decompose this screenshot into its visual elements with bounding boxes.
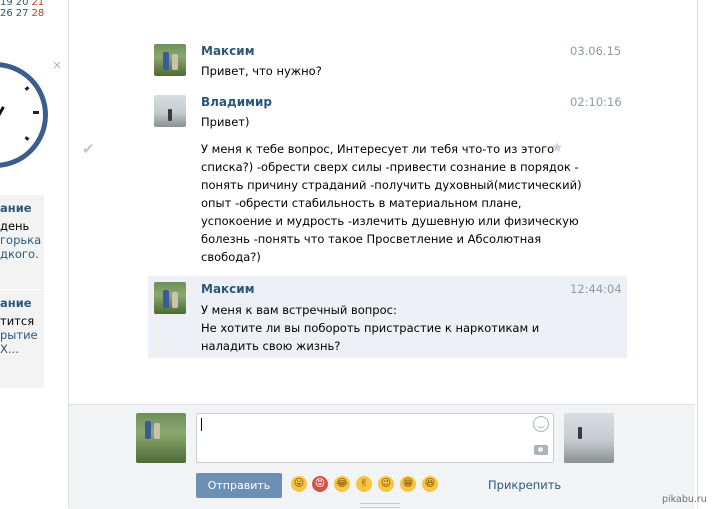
text-caret <box>201 418 202 431</box>
promo-link[interactable]: дкого. <box>0 247 44 261</box>
promo-block[interactable]: ание день горька дкого. <box>0 195 44 289</box>
clock-tick <box>24 136 30 141</box>
my-avatar[interactable] <box>136 413 186 463</box>
message-time[interactable]: 03.06.15 <box>570 44 621 58</box>
message-input[interactable] <box>196 413 554 463</box>
calendar-fragment: 19 20 21 26 27 28 <box>0 0 47 19</box>
promo-title: ание <box>0 296 32 310</box>
message-text: У меня к вам встречный вопрос: Не хотите… <box>201 301 539 355</box>
message-line: У меня к вам встречный вопрос: <box>201 303 397 317</box>
message-author[interactable]: Максим <box>201 282 255 296</box>
calendar-day[interactable]: 19 <box>0 0 13 8</box>
calendar-day[interactable]: 20 <box>16 0 29 8</box>
promo-text: тится <box>0 314 35 328</box>
message-line: Не хотите ли вы побороть пристрастие к н… <box>201 321 540 335</box>
message-line: болезнь -понять что такое Просветление и… <box>201 232 542 246</box>
check-icon[interactable]: ✔ <box>82 140 95 158</box>
promo-link[interactable]: Х... <box>0 342 44 356</box>
message-author[interactable]: Владимир <box>201 95 272 109</box>
emoji-victory-icon[interactable]: ✌ <box>356 476 372 492</box>
message-line: понять причину страданий -получить духов… <box>201 178 582 192</box>
message-text: Привет, что нужно? <box>201 64 322 78</box>
emoji-wink-icon[interactable]: 😉 <box>378 476 394 492</box>
message-line: свобода?) <box>201 250 261 264</box>
resize-grip[interactable] <box>360 503 400 508</box>
clock-widget <box>0 62 48 168</box>
message-line: У меня к тебе вопрос, Интересует ли тебя… <box>201 142 555 156</box>
message-text: У меня к тебе вопрос, Интересует ли тебя… <box>201 140 582 266</box>
emoji-angry-icon[interactable]: 😡 <box>312 476 328 492</box>
promo-link[interactable]: горька <box>0 233 44 247</box>
calendar-day[interactable]: 21 <box>31 0 44 8</box>
message-line: наладить свою жизнь? <box>201 339 341 353</box>
emoji-squint-icon[interactable]: 😆 <box>422 476 438 492</box>
left-sidebar-fragment: 19 20 21 26 27 28 × ание день горька дкого. … <box>0 0 62 508</box>
calendar-day[interactable]: 28 <box>31 8 44 19</box>
avatar-vladimir[interactable] <box>154 95 186 127</box>
send-button[interactable]: Отправить <box>196 473 282 498</box>
message-line: списка?) -обрести сверх силы -привести с… <box>201 160 579 174</box>
recipient-avatar[interactable] <box>564 413 614 463</box>
message-line: успокоение и мудрость -излечить душевную… <box>201 214 579 228</box>
clock-hand <box>0 106 5 120</box>
watermark: pikabu.ru <box>662 494 707 505</box>
promo-title: ание <box>0 201 32 215</box>
calendar-day[interactable]: 26 <box>0 8 13 19</box>
avatar-maxim[interactable] <box>154 44 186 76</box>
smile-icon[interactable] <box>533 416 549 432</box>
promo-text: день <box>0 219 30 233</box>
message-time[interactable]: 12:44:04 <box>570 282 622 296</box>
clock-tick <box>33 111 39 114</box>
promo-link[interactable]: рытие <box>0 328 44 342</box>
close-icon[interactable]: × <box>52 58 62 72</box>
calendar-day[interactable]: 27 <box>16 8 29 19</box>
promo-block[interactable]: ание тится рытие Х... <box>0 290 44 388</box>
message-line: опыт -обрести стабильность в материально… <box>201 196 522 210</box>
attach-link[interactable]: Прикрепить <box>488 478 561 492</box>
message-time[interactable]: 02:10:16 <box>570 95 622 109</box>
emoji-laugh-icon[interactable]: 😂 <box>334 476 350 492</box>
avatar-maxim[interactable] <box>154 282 186 314</box>
clock-tick <box>24 86 30 91</box>
camera-icon[interactable] <box>534 445 548 455</box>
message-text: Привет) <box>201 115 250 129</box>
emoji-grin-icon[interactable]: 😁 <box>400 476 416 492</box>
message-author[interactable]: Максим <box>201 44 255 58</box>
emoji-tongue-icon[interactable]: 😛 <box>291 476 307 492</box>
